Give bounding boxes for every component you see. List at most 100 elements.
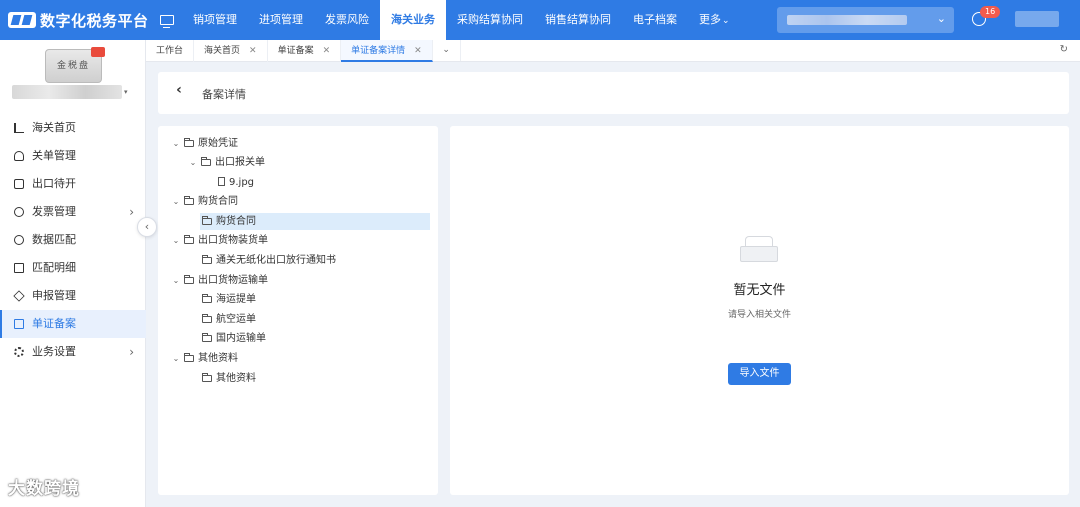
empty-state-title: 暂无文件 [733, 283, 786, 298]
tree-node[interactable]: ⌄ 其他资料 [170, 350, 238, 367]
nav-more-label: 更多 [699, 13, 721, 26]
folder-icon [201, 157, 211, 166]
tree-node[interactable]: 国内运输单 [200, 330, 266, 347]
nav-item-purchase[interactable]: 进项管理 [248, 0, 314, 40]
folder-icon [202, 333, 212, 342]
nav-item-sales[interactable]: 销项管理 [182, 0, 248, 40]
expand-arrow-icon[interactable]: ⌄ [170, 350, 182, 367]
tabs-more-button[interactable]: ⌄ [433, 40, 461, 61]
sidebar-item-label: 单证备案 [32, 317, 76, 330]
page-tabs: 工作台 海关首页 ✕ 单证备案 ✕ 单证备案详情 ✕ ⌄ ↻ [146, 40, 1080, 62]
tree-node[interactable]: ⌄ 出口报关单 [187, 154, 265, 171]
sidebar-item-invoice-mgmt[interactable]: 发票管理 › [0, 198, 146, 226]
tree-node[interactable]: ⌄ 原始凭证 [170, 135, 238, 152]
sidebar-item-document-filing[interactable]: 单证备案 [0, 310, 146, 338]
nav-item-customs[interactable]: 海关业务 [380, 0, 446, 40]
tree-node[interactable]: ⌄ 出口货物装货单 [170, 232, 268, 249]
close-icon[interactable]: ✕ [414, 46, 422, 56]
tree-node[interactable]: ⌄ 购货合同 [170, 193, 238, 210]
tree-node-label: 海运提单 [216, 294, 256, 305]
nav-item-purchase-settlement[interactable]: 采购结算协同 [446, 0, 534, 40]
expand-arrow-icon[interactable]: ⌄ [170, 193, 182, 210]
sidebar: 金税盘 ▾ 海关首页 关单管理 出口待开 发票管理 › 数据匹配 匹配明细 申报… [0, 40, 146, 507]
tab-customs-home[interactable]: 海关首页 ✕ [194, 40, 268, 62]
tree-node[interactable]: 通关无纸化出口放行通知书 [200, 252, 336, 269]
sidebar-item-label: 数据匹配 [32, 233, 76, 246]
app-title: 数字化税务平台 [40, 11, 149, 30]
sidebar-item-label: 匹配明细 [32, 261, 76, 274]
nav-item-more[interactable]: 更多⌄ [688, 0, 741, 40]
tree-node[interactable]: 其他资料 [200, 370, 256, 387]
back-button[interactable]: ‹ [170, 82, 188, 102]
tree-node-label: 购货合同 [198, 196, 238, 207]
import-file-button[interactable]: 导入文件 [728, 363, 791, 385]
tab-workbench[interactable]: 工作台 [146, 40, 195, 62]
nav-item-invoice-risk[interactable]: 发票风险 [314, 0, 380, 40]
folder-icon [202, 294, 212, 303]
sidebar-collapse-button[interactable]: ‹ [137, 217, 157, 237]
refresh-icon[interactable]: ↻ [1060, 44, 1068, 55]
user-name-redacted[interactable] [1015, 11, 1059, 27]
caret-icon[interactable]: ▾ [124, 88, 128, 96]
sidebar-item-business-settings[interactable]: 业务设置 › [0, 338, 146, 366]
tab-document-filing-detail[interactable]: 单证备案详情 ✕ [341, 40, 433, 62]
empty-state-subtitle: 请导入相关文件 [727, 310, 791, 320]
tab-label: 单证备案详情 [351, 46, 406, 56]
app-logo[interactable]: 数字化税务平台 [0, 0, 150, 40]
tree-node[interactable]: ⌄ 出口货物运输单 [170, 272, 268, 289]
tab-document-filing[interactable]: 单证备案 ✕ [268, 40, 342, 62]
sidebar-item-declaration-mgmt[interactable]: 关单管理 [0, 142, 146, 170]
sidebar-item-export-pending[interactable]: 出口待开 [0, 170, 146, 198]
company-name-redacted[interactable] [12, 85, 122, 99]
file-icon [218, 177, 225, 186]
tree-node[interactable]: 航空运单 [200, 311, 256, 328]
inbox-body [740, 246, 778, 262]
tree-node-selected[interactable]: 购货合同 [200, 213, 430, 230]
folder-icon [202, 373, 212, 382]
sidebar-item-label: 申报管理 [32, 289, 76, 302]
sidebar-item-label: 业务设置 [32, 345, 76, 358]
chevron-right-icon: › [129, 205, 134, 219]
doc-icon [14, 319, 24, 329]
organization-name-redacted [787, 15, 907, 25]
tree-node-label: 购货合同 [216, 216, 256, 227]
tree-node[interactable]: 9.jpg [216, 174, 254, 191]
invoice-icon [14, 207, 24, 217]
monitor-icon[interactable] [160, 15, 174, 28]
sidebar-item-data-match[interactable]: 数据匹配 [0, 226, 146, 254]
box-icon [14, 179, 24, 189]
expand-arrow-icon[interactable]: ⌄ [170, 135, 182, 152]
detail-icon [14, 263, 24, 273]
sidebar-item-customs-home[interactable]: 海关首页 [0, 114, 146, 142]
settings-icon [14, 347, 24, 357]
expand-arrow-icon[interactable]: ⌄ [170, 232, 182, 249]
tax-disk-logo: 金税盘 [45, 47, 105, 83]
tree-node[interactable]: 海运提单 [200, 291, 256, 308]
folder-icon [202, 255, 212, 264]
tab-label: 单证备案 [277, 46, 314, 56]
sidebar-item-match-detail[interactable]: 匹配明细 [0, 254, 146, 282]
notification-button[interactable]: 16 [972, 6, 1001, 30]
close-icon[interactable]: ✕ [249, 46, 257, 56]
tree-node-label: 出口货物运输单 [198, 275, 268, 286]
ribbon-icon [91, 47, 105, 57]
folder-icon [202, 314, 212, 323]
close-icon[interactable]: ✕ [323, 46, 331, 56]
organization-select[interactable]: ⌄ [777, 7, 954, 33]
tree-node-label: 9.jpg [229, 177, 255, 188]
sidebar-item-declaration[interactable]: 申报管理 [0, 282, 146, 310]
expand-arrow-icon[interactable]: ⌄ [187, 154, 199, 171]
chevron-right-icon: › [129, 345, 134, 359]
top-nav: 销项管理 进项管理 发票风险 海关业务 采购结算协同 销售结算协同 电子档案 更… [182, 0, 741, 40]
bar-chart-icon [14, 123, 24, 133]
layers-icon [13, 290, 25, 302]
expand-arrow-icon[interactable]: ⌄ [170, 272, 182, 289]
detail-header: ‹ 备案详情 [158, 72, 1069, 114]
person-icon [14, 151, 24, 161]
tab-label: 工作台 [156, 46, 184, 56]
nav-item-e-archive[interactable]: 电子档案 [622, 0, 688, 40]
folder-icon [184, 353, 194, 362]
file-preview-panel: 暂无文件 请导入相关文件 导入文件 [450, 126, 1069, 495]
nav-item-sales-settlement[interactable]: 销售结算协同 [534, 0, 622, 40]
sidebar-menu: 海关首页 关单管理 出口待开 发票管理 › 数据匹配 匹配明细 申报管理 单证备… [0, 114, 146, 366]
